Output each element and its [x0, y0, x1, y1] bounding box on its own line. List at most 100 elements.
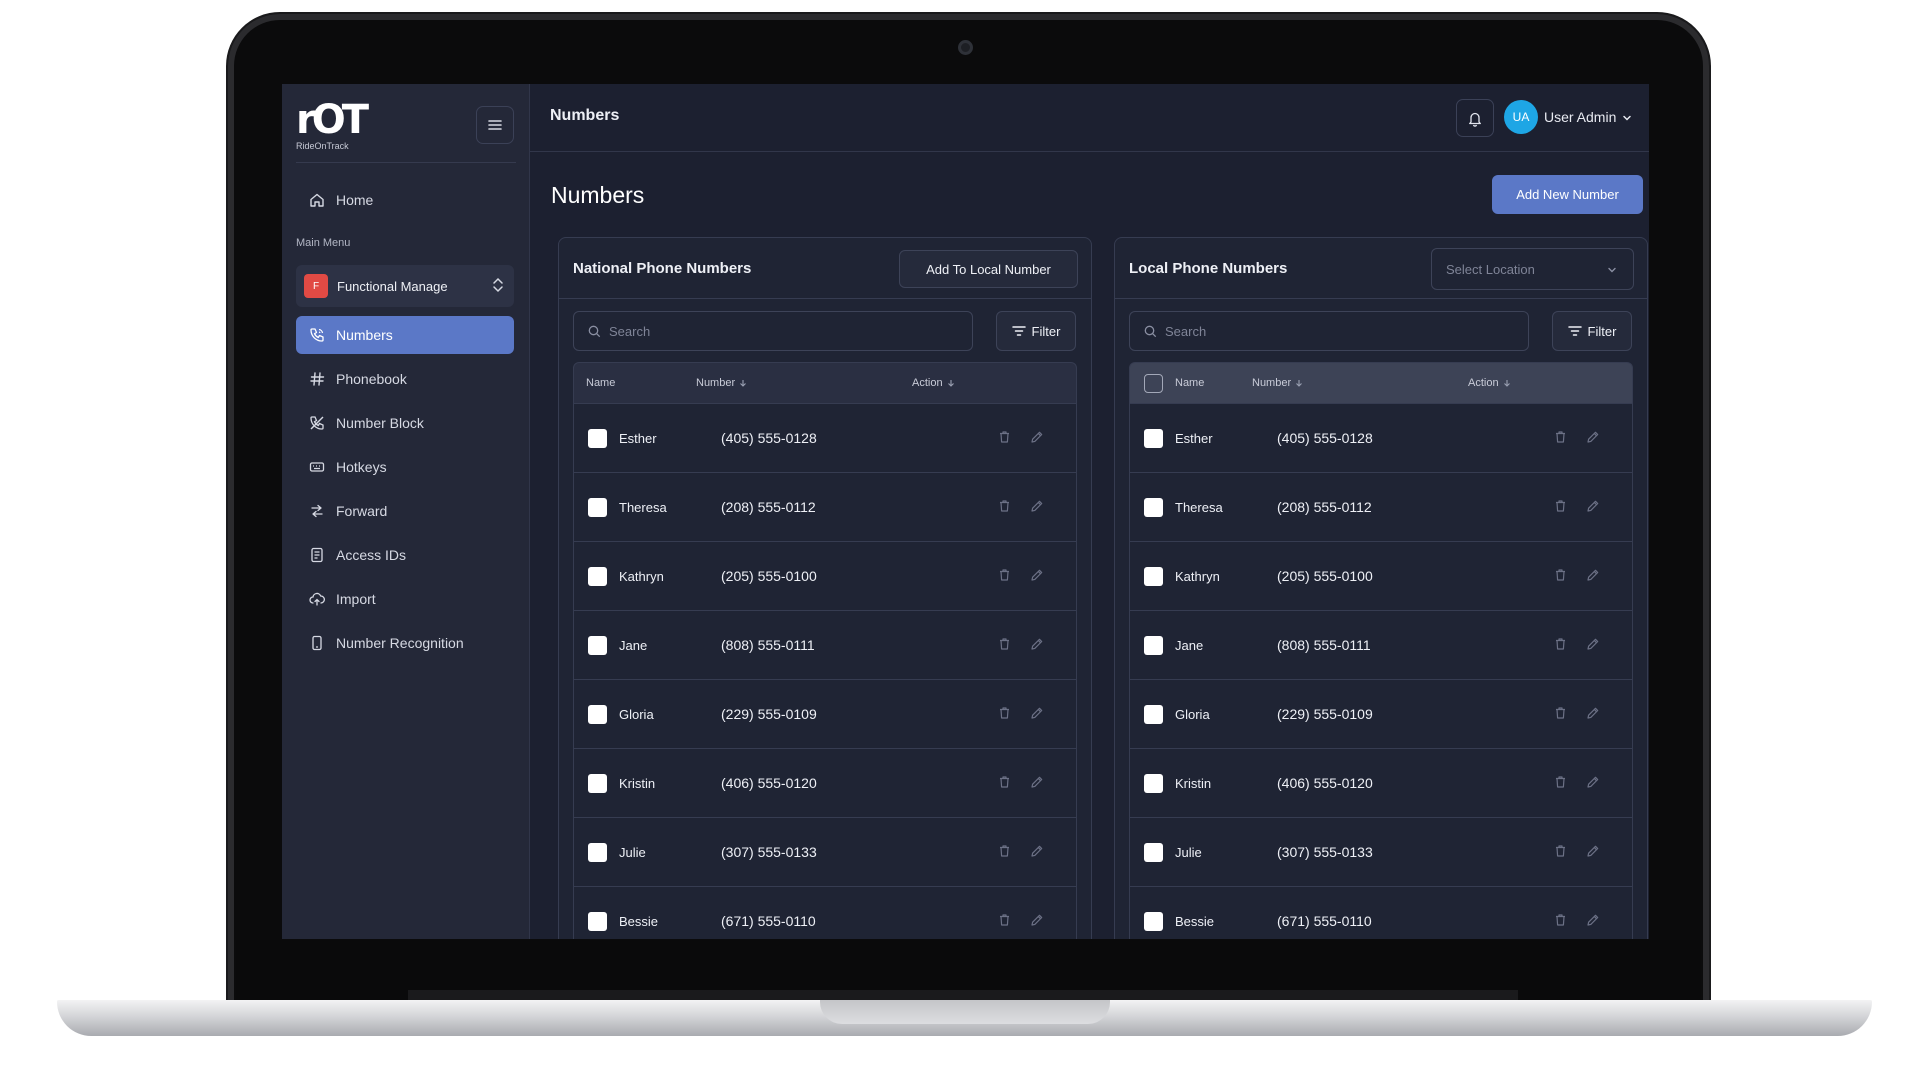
menu-icon: [488, 120, 502, 130]
user-avatar[interactable]: UA: [1504, 100, 1538, 134]
brand-logo[interactable]: rOT RideOnTrack: [296, 100, 369, 151]
trash-icon[interactable]: [1554, 568, 1567, 587]
sidebar-item-import[interactable]: Import: [296, 580, 514, 618]
column-label: Number: [1252, 377, 1292, 389]
notifications-button[interactable]: [1456, 99, 1494, 137]
row-checkbox[interactable]: [588, 567, 607, 586]
column-header-name[interactable]: Name: [586, 377, 615, 389]
row-checkbox[interactable]: [1144, 567, 1163, 586]
row-checkbox[interactable]: [1144, 636, 1163, 655]
trash-icon[interactable]: [998, 430, 1011, 449]
trash-icon[interactable]: [998, 637, 1011, 656]
menu-toggle-button[interactable]: [476, 106, 514, 144]
pencil-icon[interactable]: [1586, 706, 1600, 725]
trash-icon[interactable]: [998, 913, 1011, 932]
filter-button[interactable]: Filter: [996, 311, 1076, 351]
table-row[interactable]: Esther (405) 555-0128: [573, 404, 1077, 473]
row-checkbox[interactable]: [588, 843, 607, 862]
table-row[interactable]: Theresa (208) 555-0112: [1129, 473, 1633, 542]
pencil-icon[interactable]: [1586, 913, 1600, 932]
cell-number: (671) 555-0110: [1277, 913, 1372, 929]
column-header-number[interactable]: Number: [696, 377, 747, 389]
table-row[interactable]: Bessie (671) 555-0110: [573, 887, 1077, 939]
trash-icon[interactable]: [1554, 844, 1567, 863]
column-header-name[interactable]: Name: [1175, 377, 1204, 389]
table-row[interactable]: Gloria (229) 555-0109: [573, 680, 1077, 749]
cell-number: (208) 555-0112: [1277, 499, 1372, 515]
row-checkbox[interactable]: [588, 498, 607, 517]
trash-icon[interactable]: [1554, 430, 1567, 449]
pencil-icon[interactable]: [1030, 913, 1044, 932]
trash-icon[interactable]: [1554, 775, 1567, 794]
row-checkbox[interactable]: [588, 774, 607, 793]
pencil-icon[interactable]: [1586, 775, 1600, 794]
trash-icon[interactable]: [998, 706, 1011, 725]
location-select[interactable]: Select Location: [1431, 248, 1634, 290]
select-all-checkbox[interactable]: [1144, 374, 1163, 393]
row-checkbox[interactable]: [588, 636, 607, 655]
sidebar-item-forward[interactable]: Forward: [296, 492, 514, 530]
pencil-icon[interactable]: [1586, 430, 1600, 449]
filter-button[interactable]: Filter: [1552, 311, 1632, 351]
function-selector[interactable]: F Functional Manage: [296, 265, 514, 307]
row-checkbox[interactable]: [1144, 705, 1163, 724]
sidebar-item-access-ids[interactable]: Access IDs: [296, 536, 514, 574]
pencil-icon[interactable]: [1030, 844, 1044, 863]
pencil-icon[interactable]: [1030, 568, 1044, 587]
pencil-icon[interactable]: [1030, 775, 1044, 794]
trash-icon[interactable]: [1554, 637, 1567, 656]
pencil-icon[interactable]: [1030, 637, 1044, 656]
row-checkbox[interactable]: [1144, 429, 1163, 448]
table-row[interactable]: Kathryn (205) 555-0100: [573, 542, 1077, 611]
table-row[interactable]: Jane (808) 555-0111: [1129, 611, 1633, 680]
table-row[interactable]: Esther (405) 555-0128: [1129, 404, 1633, 473]
pencil-icon[interactable]: [1030, 430, 1044, 449]
search-input[interactable]: Search: [573, 311, 973, 351]
table-row[interactable]: Bessie (671) 555-0110: [1129, 887, 1633, 939]
sidebar-item-numbers[interactable]: Numbers: [296, 316, 514, 354]
table-row[interactable]: Kristin (406) 555-0120: [1129, 749, 1633, 818]
pencil-icon[interactable]: [1586, 637, 1600, 656]
table-row[interactable]: Julie (307) 555-0133: [573, 818, 1077, 887]
chevron-down-icon[interactable]: [1622, 110, 1632, 128]
search-input[interactable]: Search: [1129, 311, 1529, 351]
trash-icon[interactable]: [998, 775, 1011, 794]
row-checkbox[interactable]: [1144, 843, 1163, 862]
trash-icon[interactable]: [998, 568, 1011, 587]
table-row[interactable]: Gloria (229) 555-0109: [1129, 680, 1633, 749]
sidebar-item-number-recognition[interactable]: Number Recognition: [296, 624, 514, 662]
row-checkbox[interactable]: [588, 705, 607, 724]
add-to-local-button[interactable]: Add To Local Number: [899, 250, 1078, 288]
trash-icon[interactable]: [1554, 499, 1567, 518]
row-checkbox[interactable]: [1144, 498, 1163, 517]
row-checkbox[interactable]: [1144, 774, 1163, 793]
pencil-icon[interactable]: [1586, 499, 1600, 518]
row-checkbox[interactable]: [1144, 912, 1163, 931]
sidebar-item-number-block[interactable]: Number Block: [296, 404, 514, 442]
table-row[interactable]: Kristin (406) 555-0120: [573, 749, 1077, 818]
pencil-icon[interactable]: [1586, 844, 1600, 863]
sidebar-item-phonebook[interactable]: Phonebook: [296, 360, 514, 398]
trash-icon[interactable]: [1554, 706, 1567, 725]
trash-icon[interactable]: [998, 499, 1011, 518]
sidebar-item-hotkeys[interactable]: Hotkeys: [296, 448, 514, 486]
trash-icon[interactable]: [998, 844, 1011, 863]
trash-icon[interactable]: [1554, 913, 1567, 932]
user-name[interactable]: User Admin: [1544, 109, 1616, 125]
column-header-action[interactable]: Action: [1468, 377, 1511, 389]
add-new-number-button[interactable]: Add New Number: [1492, 175, 1643, 214]
column-header-action[interactable]: Action: [912, 377, 955, 389]
pencil-icon[interactable]: [1586, 568, 1600, 587]
table-row[interactable]: Jane (808) 555-0111: [573, 611, 1077, 680]
table-row[interactable]: Kathryn (205) 555-0100: [1129, 542, 1633, 611]
row-checkbox[interactable]: [588, 429, 607, 448]
row-checkbox[interactable]: [588, 912, 607, 931]
column-header-number[interactable]: Number: [1252, 377, 1303, 389]
sidebar-item-home[interactable]: Home: [296, 181, 514, 219]
sidebar-item-label: Phonebook: [336, 371, 407, 387]
local-numbers-panel: Local Phone Numbers Select Location Sear…: [1114, 237, 1648, 939]
pencil-icon[interactable]: [1030, 499, 1044, 518]
pencil-icon[interactable]: [1030, 706, 1044, 725]
table-row[interactable]: Theresa (208) 555-0112: [573, 473, 1077, 542]
table-row[interactable]: Julie (307) 555-0133: [1129, 818, 1633, 887]
